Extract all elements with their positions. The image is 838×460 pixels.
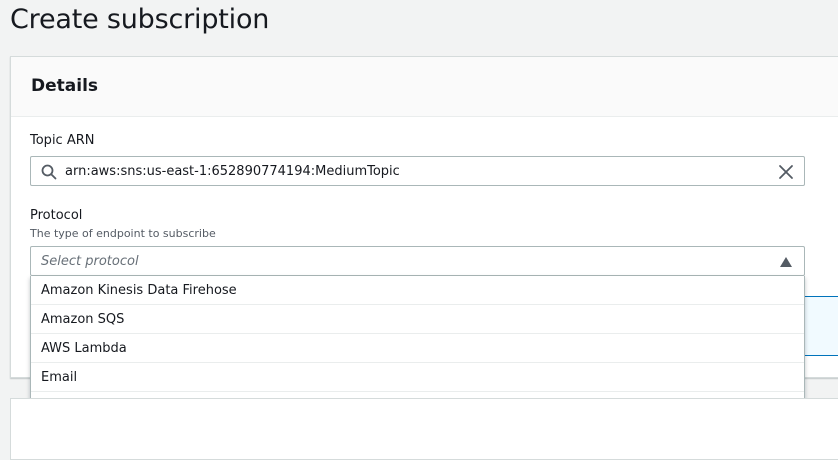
next-panel [10,398,838,460]
details-panel-header: Details [11,57,838,117]
protocol-option-kinesis-firehose[interactable]: Amazon Kinesis Data Firehose [31,276,804,305]
caret-up-icon[interactable] [780,257,792,267]
protocol-description: The type of endpoint to subscribe [30,227,216,240]
page-title: Create subscription [10,4,270,35]
protocol-option-email[interactable]: Email [31,363,804,392]
protocol-placeholder: Select protocol [41,254,139,269]
protocol-label: Protocol [30,208,83,223]
protocol-option-lambda[interactable]: AWS Lambda [31,334,804,363]
details-panel-title: Details [31,76,99,96]
topic-arn-input[interactable]: arn:aws:sns:us-east-1:652890774194:Mediu… [30,156,805,186]
topic-arn-label: Topic ARN [30,133,95,148]
topic-arn-value[interactable]: arn:aws:sns:us-east-1:652890774194:Mediu… [65,164,400,179]
protocol-option-sqs[interactable]: Amazon SQS [31,305,804,334]
search-icon [41,164,57,180]
protocol-select[interactable]: Select protocol [30,246,805,276]
close-icon[interactable] [778,164,794,180]
info-strip [805,296,838,356]
